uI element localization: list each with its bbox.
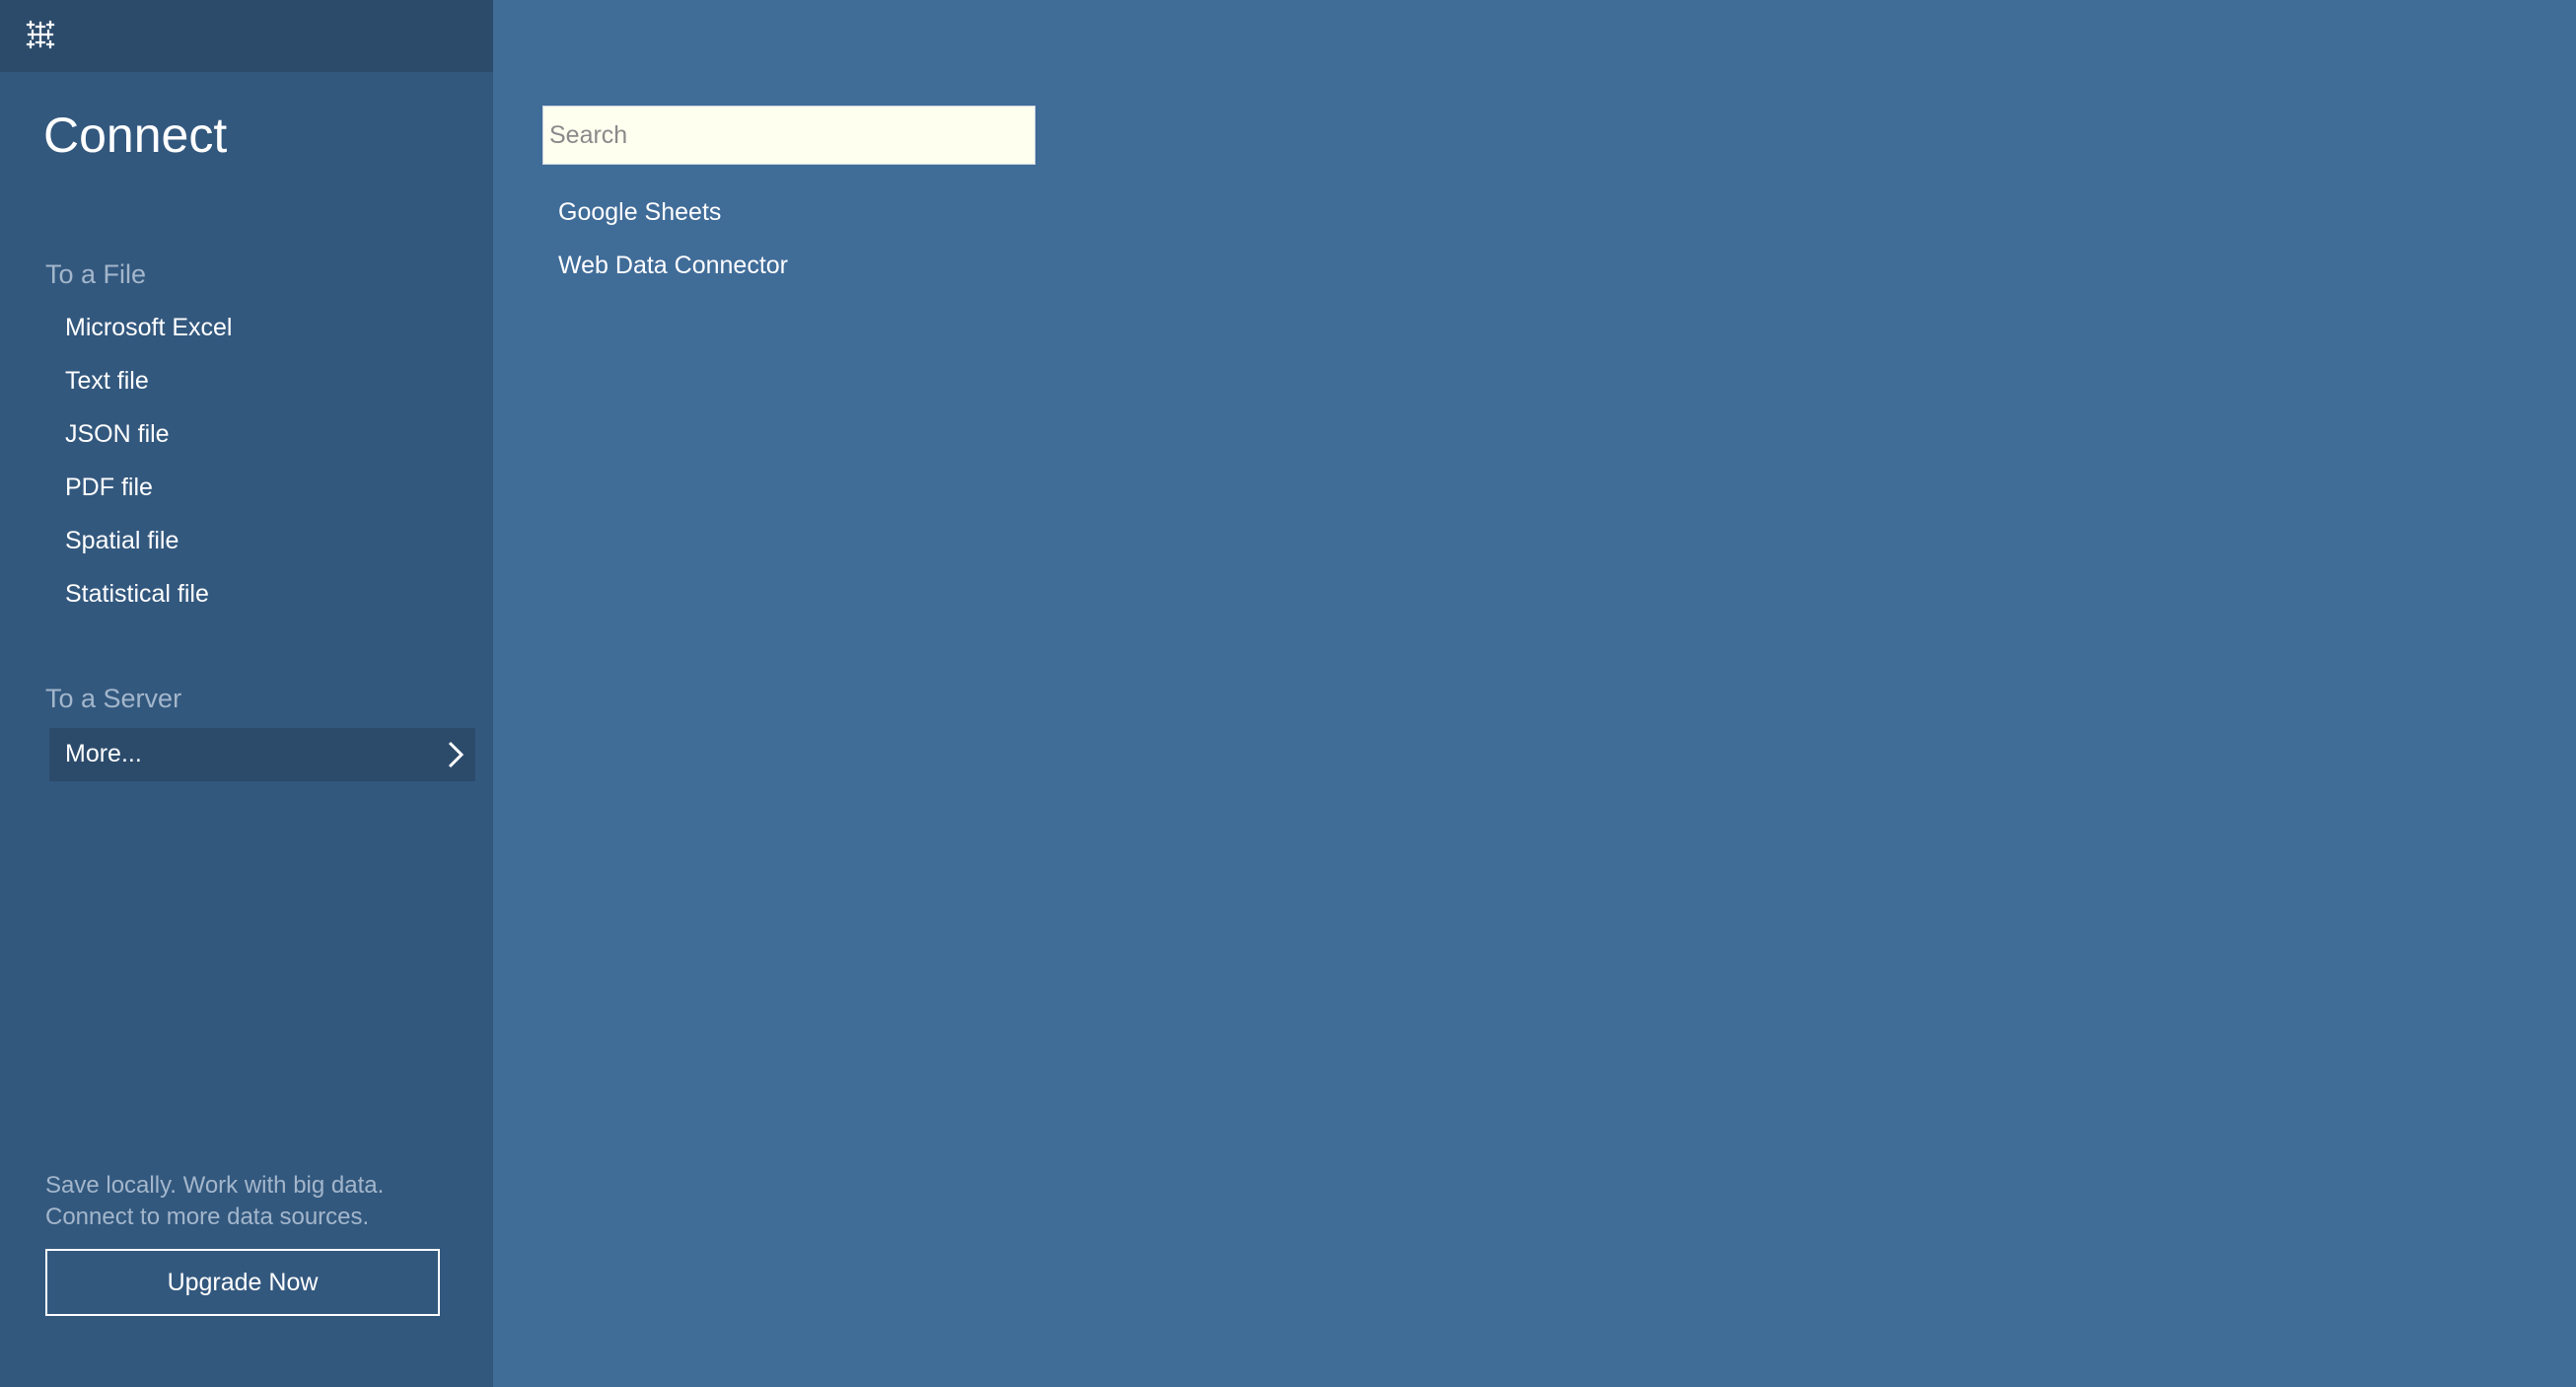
- connector-web-data-connector[interactable]: Web Data Connector: [558, 254, 788, 278]
- to-a-file-header: To a File: [45, 259, 147, 289]
- more-servers-label: More...: [65, 740, 142, 767]
- upgrade-now-button[interactable]: Upgrade Now: [45, 1249, 440, 1316]
- sidebar-topbar: [0, 0, 493, 72]
- tableau-logo-icon[interactable]: [22, 16, 59, 53]
- connect-title: Connect: [43, 108, 228, 163]
- connect-sidebar: Connect To a File Microsoft Excel Text f…: [0, 0, 493, 1387]
- more-servers-button[interactable]: More...: [49, 728, 475, 781]
- connector-google-sheets[interactable]: Google Sheets: [558, 200, 721, 225]
- promo-line-2: Connect to more data sources.: [45, 1204, 370, 1230]
- connector-text-file[interactable]: Text file: [65, 369, 149, 394]
- promo-line-1: Save locally. Work with big data.: [45, 1172, 385, 1199]
- upgrade-promo-text: Save locally. Work with big data. Connec…: [45, 1170, 460, 1233]
- connector-search-input[interactable]: [542, 106, 1036, 165]
- to-a-server-header: To a Server: [45, 684, 182, 713]
- connector-statistical-file[interactable]: Statistical file: [65, 582, 209, 607]
- connector-json-file[interactable]: JSON file: [65, 422, 170, 447]
- connector-pdf-file[interactable]: PDF file: [65, 475, 153, 500]
- chevron-right-icon: [448, 741, 465, 768]
- connector-microsoft-excel[interactable]: Microsoft Excel: [65, 316, 232, 340]
- connector-spatial-file[interactable]: Spatial file: [65, 529, 179, 553]
